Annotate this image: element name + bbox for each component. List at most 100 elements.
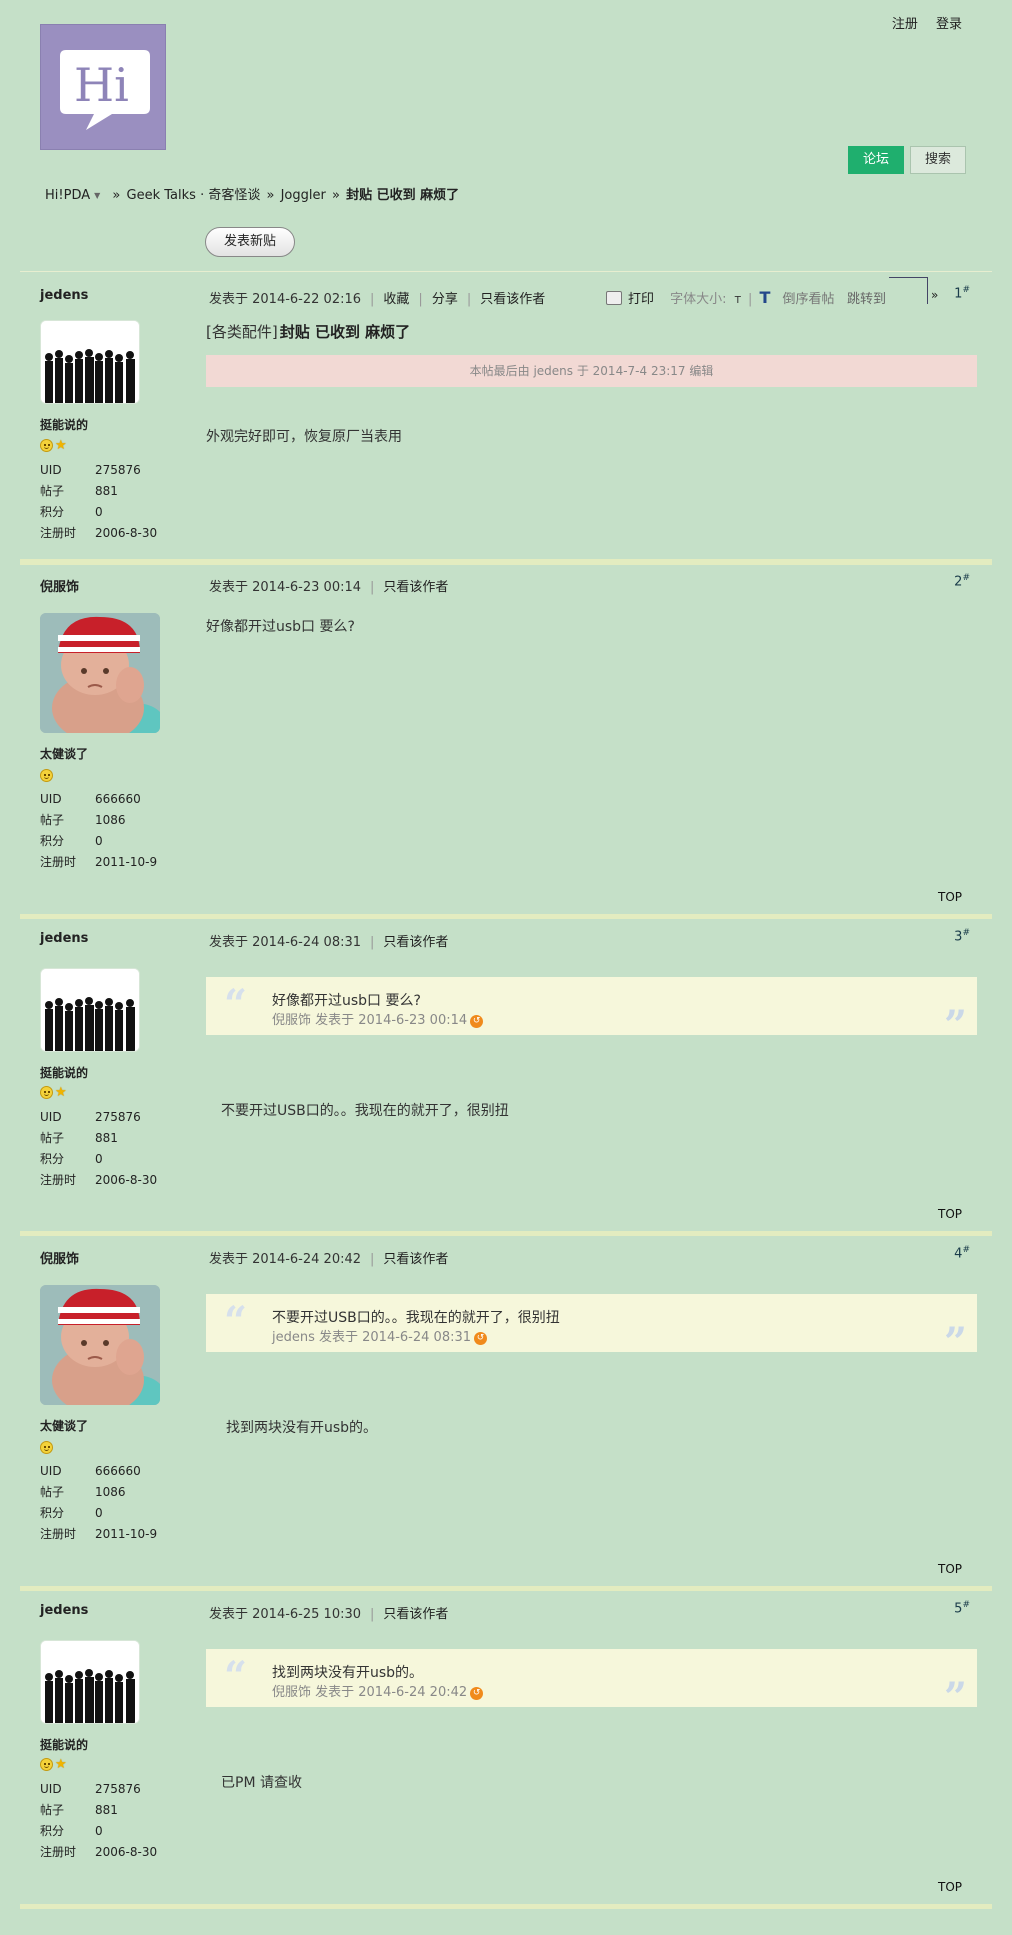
post-author[interactable]: 倪服饰 — [40, 1248, 79, 1267]
user-rank: 挺能说的 — [40, 418, 89, 432]
print-label: 打印 — [628, 292, 655, 307]
post-author[interactable]: jedens — [40, 931, 88, 946]
rank-stars — [40, 1441, 55, 1455]
posts-value: 1086 — [95, 813, 126, 827]
rank-stars: ★ — [40, 1758, 67, 1772]
user-rank: 挺能说的 — [40, 1738, 89, 1752]
author-only-link[interactable]: 只看该作者 — [383, 935, 448, 950]
smiley-rank-icon — [40, 1758, 53, 1771]
close-quote-icon: ” — [943, 1319, 967, 1366]
tab-forum[interactable]: 论坛 — [847, 146, 904, 174]
printer-icon — [606, 291, 622, 305]
points-value: 0 — [95, 505, 103, 519]
rank-stars: ★ — [40, 439, 67, 453]
uid-value: 275876 — [95, 463, 141, 477]
silhouette-avatar-icon — [41, 1641, 139, 1723]
back-to-top-link[interactable]: TOP — [938, 890, 962, 904]
register-link[interactable]: 注册 — [892, 17, 918, 32]
dropdown-caret-icon[interactable]: ▼ — [94, 191, 100, 200]
registered-value: 2006-8-30 — [95, 526, 158, 540]
post-time: 发表于 2014-6-22 02:16 — [209, 292, 362, 307]
breadcrumb-subforum[interactable]: Joggler — [281, 188, 326, 203]
star-icon: ★ — [55, 1085, 67, 1100]
author-only-link[interactable]: 只看该作者 — [383, 1607, 448, 1622]
points-label: 积分 — [40, 834, 65, 848]
site-logo[interactable]: Hi — [40, 24, 166, 150]
divider — [20, 559, 992, 565]
print-link[interactable]: 打印 — [606, 291, 655, 307]
font-size-label: 字体大小: — [670, 292, 727, 307]
floor-number: 3# — [954, 928, 970, 945]
post-body: 找到两块没有开usb的。 — [226, 1420, 378, 1436]
post-meta: 发表于 2014-6-22 02:16 | 收藏 | 分享 | 只看该作者 — [209, 292, 546, 307]
back-to-top-link[interactable]: TOP — [938, 1880, 962, 1894]
reverse-order-link[interactable]: 倒序看帖 — [783, 292, 835, 307]
font-large-button[interactable]: T — [759, 288, 770, 307]
posts-value: 1086 — [95, 1485, 126, 1499]
posts-label: 帖子 — [40, 484, 65, 498]
avatar[interactable] — [40, 1640, 140, 1724]
points-value: 0 — [95, 1824, 103, 1838]
tab-search[interactable]: 搜索 — [909, 146, 966, 174]
go-to-post-icon[interactable]: ↺ — [470, 1015, 484, 1028]
go-to-post-icon[interactable]: ↺ — [470, 1687, 484, 1700]
points-label: 积分 — [40, 1506, 65, 1520]
registered-value: 2006-8-30 — [95, 1173, 158, 1187]
post-meta: 发表于 2014-6-25 10:30 | 只看该作者 — [209, 1607, 449, 1622]
uid-label: UID — [40, 463, 62, 477]
posts-label: 帖子 — [40, 1131, 65, 1145]
post-2: 倪服饰 太健谈了 UID 666660 帖子 1086 积分 0 注册时 2011-10… — [20, 559, 992, 914]
posts-value: 881 — [95, 484, 118, 498]
post-tools: 打印 字体大小: T | T 倒序看帖 — [606, 288, 835, 307]
post-1: jedens 挺能说的 ★ UID 275876 帖子 881 积分 0 注册时 200… — [20, 271, 992, 561]
quote-block: “ ” 找到两块没有开usb的。 倪服饰 发表于 2014-6-24 20:42… — [206, 1649, 977, 1721]
divider — [20, 271, 992, 272]
post-5: jedens 挺能说的 ★ UID 275876 帖子 881 积分 0 注册时 200… — [20, 1586, 992, 1904]
login-link[interactable]: 登录 — [936, 17, 962, 32]
points-label: 积分 — [40, 1824, 65, 1838]
thread-category-link[interactable]: [各类配件] — [206, 323, 278, 341]
registered-value: 2006-8-30 — [95, 1845, 158, 1859]
posts-value: 881 — [95, 1131, 118, 1145]
avatar[interactable] — [40, 968, 140, 1052]
jump-floor-input[interactable] — [889, 277, 928, 304]
quote-source: 倪服饰 发表于 2014-6-23 00:14 ↺ — [272, 1009, 484, 1028]
share-link[interactable]: 分享 — [432, 292, 458, 307]
user-rank: 太健谈了 — [40, 1419, 89, 1433]
post-body: 已PM 请查收 — [221, 1775, 302, 1791]
breadcrumb-home[interactable]: Hi!PDA — [45, 188, 90, 203]
divider — [20, 1904, 992, 1909]
avatar[interactable] — [40, 613, 160, 733]
author-only-link[interactable]: 只看该作者 — [383, 580, 448, 595]
avatar[interactable] — [40, 320, 140, 404]
registered-value: 2011-10-9 — [95, 1527, 158, 1541]
silhouette-avatar-icon — [41, 969, 139, 1051]
nav-tabs: 论坛 搜索 — [847, 146, 966, 174]
post-author[interactable]: jedens — [40, 1603, 88, 1618]
divider — [20, 914, 992, 919]
posts-label: 帖子 — [40, 1485, 65, 1499]
smiley-rank-icon — [40, 1441, 53, 1454]
breadcrumb-separator: » — [112, 188, 121, 203]
back-to-top-link[interactable]: TOP — [938, 1562, 962, 1576]
post-author[interactable]: jedens — [40, 288, 88, 303]
jump-go-button[interactable]: » — [931, 288, 938, 302]
breadcrumb-separator: » — [331, 188, 340, 203]
go-to-post-icon[interactable]: ↺ — [474, 1332, 488, 1345]
post-author[interactable]: 倪服饰 — [40, 576, 79, 595]
favorite-link[interactable]: 收藏 — [383, 292, 409, 307]
smiley-rank-icon — [40, 1086, 53, 1099]
post-body: 不要开过USB口的。。我现在的就开了，很别扭 — [221, 1103, 509, 1119]
breadcrumb-forum[interactable]: Geek Talks · 奇客怪谈 — [127, 188, 261, 203]
registered-label: 注册时 — [40, 1527, 77, 1541]
smiley-rank-icon — [40, 769, 53, 782]
new-post-button[interactable]: 发表新贴 — [205, 227, 295, 257]
avatar[interactable] — [40, 1285, 160, 1405]
back-to-top-link[interactable]: TOP — [938, 1207, 962, 1221]
star-icon: ★ — [55, 1757, 67, 1772]
font-small-button[interactable]: T — [735, 295, 741, 306]
author-only-link[interactable]: 只看该作者 — [383, 1252, 448, 1267]
post-4: 倪服饰 太健谈了 UID 666660 帖子 1086 积分 0 注册时 2011-10… — [20, 1231, 992, 1586]
author-only-link[interactable]: 只看该作者 — [480, 292, 545, 307]
quote-block: “ ” 好像都开过usb口 要么? 倪服饰 发表于 2014-6-23 00:1… — [206, 977, 977, 1049]
